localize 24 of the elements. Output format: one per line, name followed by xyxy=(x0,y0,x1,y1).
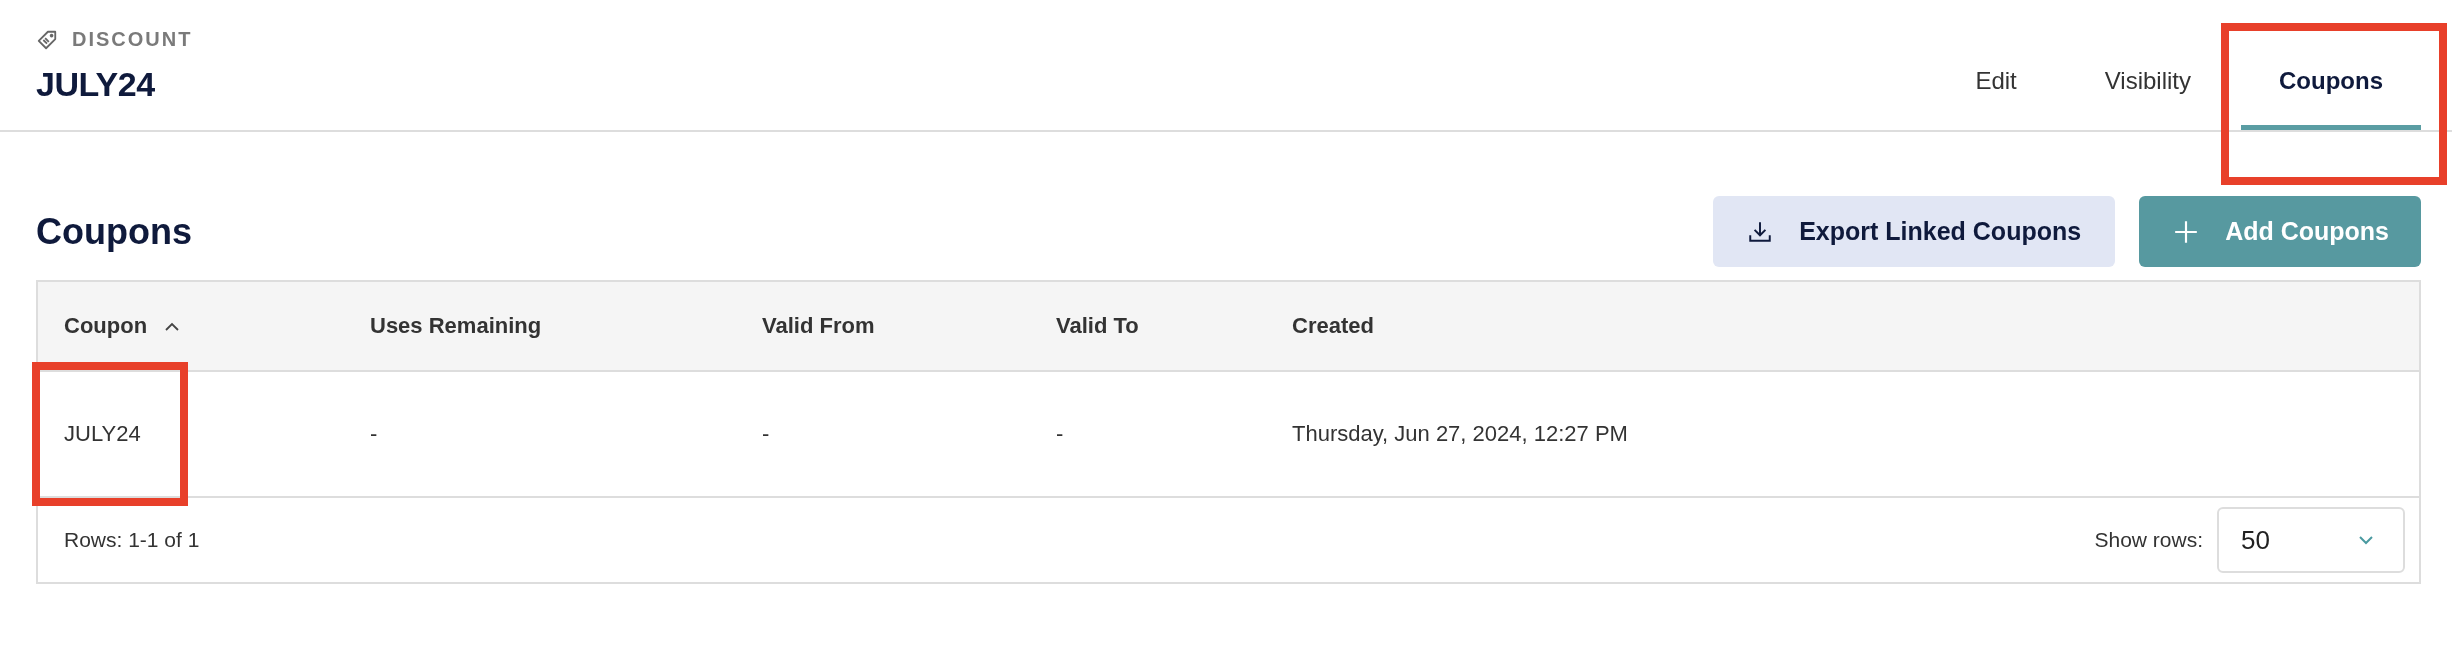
export-button[interactable]: Export Linked Coupons xyxy=(1713,196,2116,267)
column-header[interactable]: Valid From xyxy=(762,313,875,339)
column-header[interactable]: Valid To xyxy=(1056,313,1139,339)
rows-info: Rows: 1-1 of 1 xyxy=(64,528,200,552)
chevron-down-icon xyxy=(2359,535,2373,545)
section-title: Coupons xyxy=(36,210,192,253)
table-cell: - xyxy=(762,421,770,447)
column-header[interactable]: Coupon xyxy=(64,313,148,339)
column-header[interactable]: Created xyxy=(1292,313,1374,339)
column-header[interactable]: Uses Remaining xyxy=(370,313,542,339)
sort-up-icon[interactable] xyxy=(165,321,180,331)
table-cell: Thursday, Jun 27, 2024, 12:27 PM xyxy=(1292,421,1628,447)
tab[interactable]: Coupons xyxy=(2241,67,2421,130)
tab[interactable]: Edit xyxy=(1937,67,2055,130)
table-cell: - xyxy=(1056,421,1064,447)
tab[interactable]: Visibility xyxy=(2066,67,2229,130)
tag-icon xyxy=(36,28,58,51)
show-rows-label: Show rows: xyxy=(2094,528,2203,552)
rows-per-page-select[interactable]: 50 xyxy=(2217,507,2405,573)
page-title: JULY24 xyxy=(36,65,156,104)
table-cell: JULY24 xyxy=(64,421,141,447)
section-label: DISCOUNT xyxy=(72,28,193,51)
plus-icon xyxy=(2173,218,2200,245)
table-cell: - xyxy=(370,421,378,447)
